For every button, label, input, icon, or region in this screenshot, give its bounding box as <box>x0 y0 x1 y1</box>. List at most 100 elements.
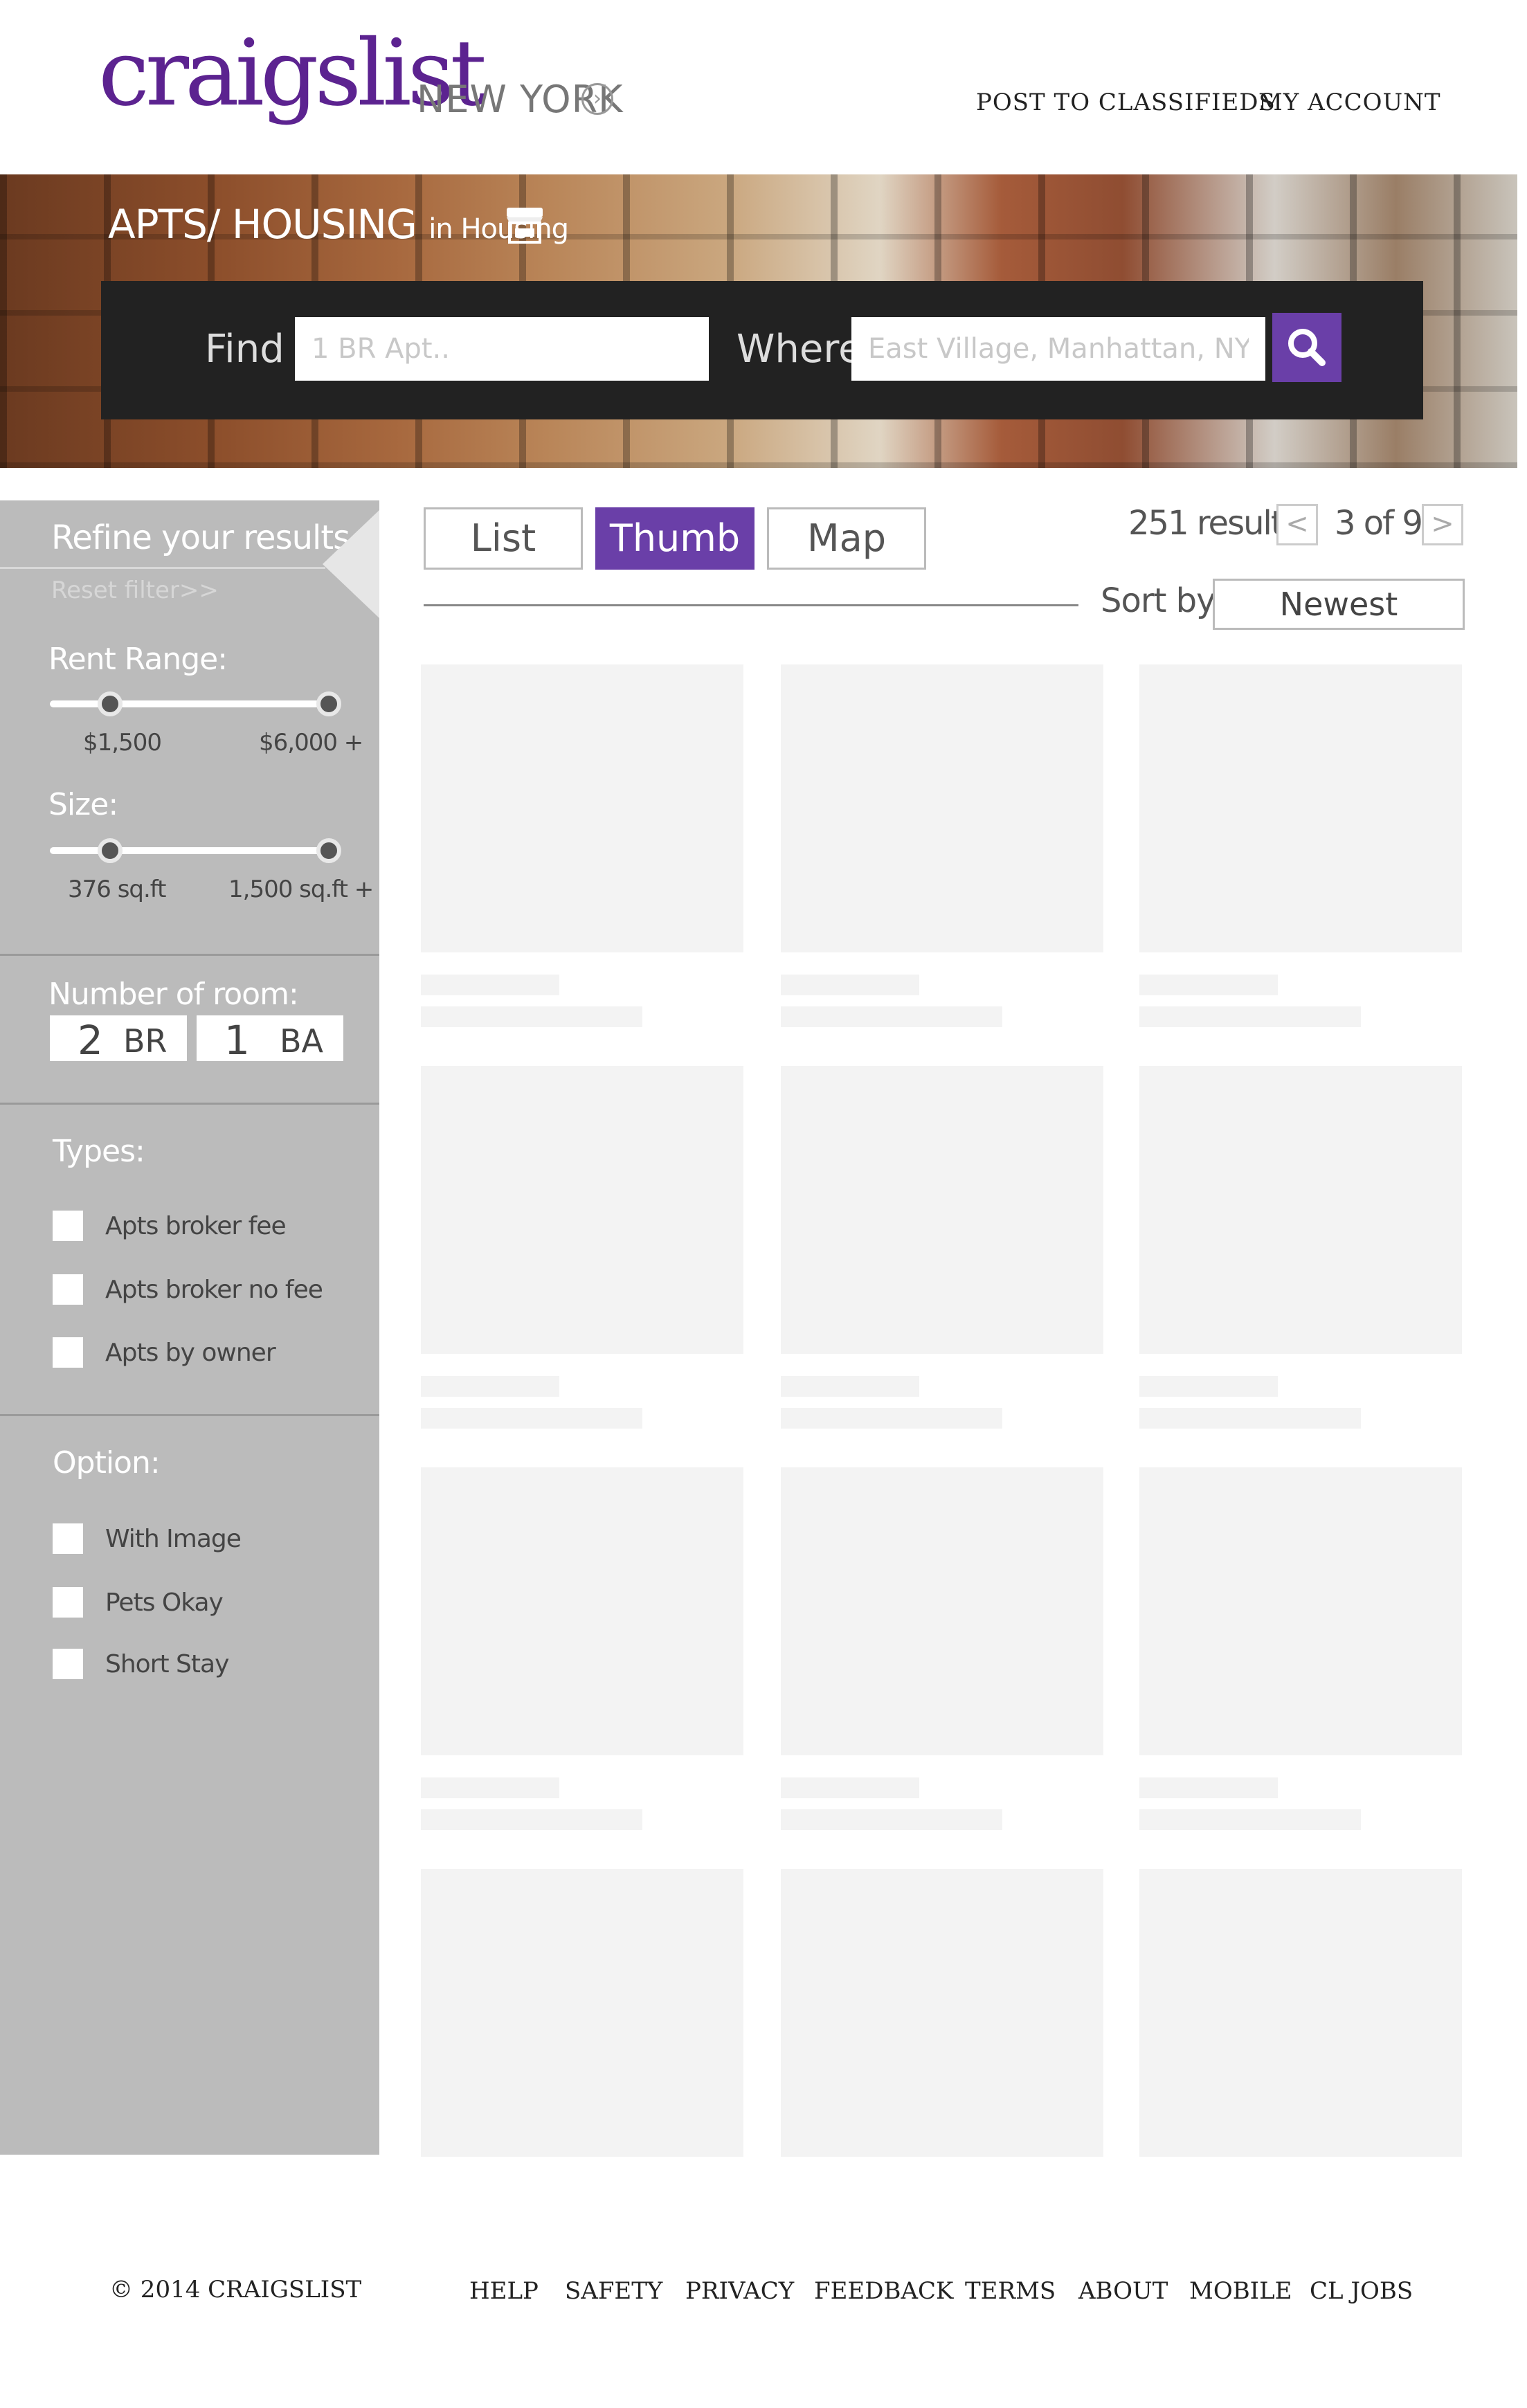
size-label: Size: <box>48 787 118 822</box>
checkbox[interactable] <box>53 1211 83 1241</box>
size-max-value: 1,500 sq.ft + <box>228 876 374 903</box>
listing-image-placeholder <box>421 1869 743 2157</box>
bedroom-count: 2 <box>78 1017 103 1064</box>
collapse-arrow-icon[interactable] <box>323 500 379 618</box>
listing-detail-placeholder <box>1139 1408 1361 1429</box>
results-count: 251 results <box>1128 504 1300 543</box>
my-account-link[interactable]: MY ACCOUNT <box>1258 89 1441 116</box>
options-label: Option: <box>53 1445 161 1481</box>
footer-link-feedback[interactable]: FEEDBACK <box>814 2277 953 2305</box>
listing-image-placeholder <box>1139 1869 1462 2157</box>
checkbox[interactable] <box>53 1274 83 1305</box>
listing-image-placeholder <box>1139 664 1462 952</box>
checkbox[interactable] <box>53 1337 83 1368</box>
search-icon <box>1288 329 1326 366</box>
search-button[interactable] <box>1272 313 1341 382</box>
rent-min-handle[interactable] <box>98 691 123 716</box>
footer-link-safety[interactable]: SAFETY <box>565 2277 662 2305</box>
listing-title-placeholder <box>781 1777 919 1798</box>
listing-image-placeholder <box>1139 1066 1462 1354</box>
checkbox[interactable] <box>53 1523 83 1554</box>
listing-title-placeholder <box>421 1777 559 1798</box>
type-option-label: Apts by owner <box>105 1339 276 1367</box>
bathroom-count: 1 <box>224 1017 250 1064</box>
types-label: Types: <box>53 1134 145 1169</box>
prev-page-button[interactable]: < <box>1276 504 1318 545</box>
size-max-handle[interactable] <box>316 838 341 863</box>
listing-title-placeholder <box>781 1376 919 1397</box>
rent-min-value: $1,500 <box>83 729 162 757</box>
storefront-icon[interactable] <box>503 202 547 246</box>
rent-range-label: Rent Range: <box>48 642 228 677</box>
listing-title-placeholder <box>1139 1777 1278 1798</box>
search-bar: Find Where <box>101 281 1423 419</box>
type-option-label: Apts broker fee <box>105 1212 287 1240</box>
post-to-classifieds-link[interactable]: POST TO CLASSIFIEDS <box>976 89 1276 116</box>
bathroom-selector[interactable]: 1 BA <box>197 1015 343 1064</box>
category-title: APTS/ HOUSING in Housing <box>108 201 569 248</box>
view-thumb-button[interactable]: Thumb <box>595 507 755 570</box>
reset-filter-link[interactable]: Reset filter>> <box>51 577 219 604</box>
listing-image-placeholder <box>781 1869 1103 2157</box>
listing-image-placeholder <box>421 1467 743 1755</box>
listing-detail-placeholder <box>781 1408 1002 1429</box>
option-item-label: Pets Okay <box>105 1588 224 1617</box>
hero-banner: APTS/ HOUSING in Housing Find Where <box>0 174 1517 468</box>
checkbox[interactable] <box>53 1587 83 1618</box>
footer-link-about[interactable]: ABOUT <box>1078 2277 1168 2305</box>
listing-image-placeholder <box>781 1066 1103 1354</box>
listing-title-placeholder <box>1139 975 1278 995</box>
checkbox[interactable] <box>53 1649 83 1679</box>
rent-slider-track[interactable] <box>50 700 334 707</box>
next-page-button[interactable]: > <box>1422 504 1463 545</box>
page-indicator: 3 of 9 <box>1335 504 1423 543</box>
where-input[interactable] <box>851 317 1265 381</box>
footer-link-mobile[interactable]: MOBILE <box>1189 2277 1292 2305</box>
size-slider-track[interactable] <box>50 847 334 854</box>
filter-sidebar: Refine your results Reset filter>> Rent … <box>0 500 379 2155</box>
bathroom-unit: BA <box>280 1022 324 1060</box>
footer-link-terms[interactable]: TERMS <box>965 2277 1056 2305</box>
listing-image-placeholder <box>421 664 743 952</box>
listing-image-placeholder <box>781 1467 1103 1755</box>
type-option-label: Apts broker no fee <box>105 1276 323 1304</box>
refine-title: Refine your results <box>51 518 350 557</box>
rooms-label: Number of room: <box>48 977 299 1012</box>
bedroom-unit: BR <box>123 1022 168 1060</box>
rent-max-value: $6,000 + <box>259 729 363 757</box>
listing-detail-placeholder <box>421 1809 642 1830</box>
divider <box>0 567 325 569</box>
where-label: Where <box>737 327 862 372</box>
listing-title-placeholder <box>421 1376 559 1397</box>
site-header: craigslist NEW YORK › POST TO CLASSIFIED… <box>0 0 1527 174</box>
find-input[interactable] <box>295 317 709 381</box>
view-list-button[interactable]: List <box>424 507 583 570</box>
listing-title-placeholder <box>781 975 919 995</box>
listing-image-placeholder <box>781 664 1103 952</box>
listing-detail-placeholder <box>1139 1809 1361 1830</box>
listing-detail-placeholder <box>781 1006 1002 1027</box>
listing-image-placeholder <box>1139 1467 1462 1755</box>
divider <box>424 604 1078 606</box>
listing-detail-placeholder <box>421 1408 642 1429</box>
size-min-value: 376 sq.ft <box>68 876 167 903</box>
view-map-button[interactable]: Map <box>767 507 926 570</box>
footer-link-cl-jobs[interactable]: CL JOBS <box>1310 2277 1413 2305</box>
size-min-handle[interactable] <box>98 838 123 863</box>
category-name: APTS/ HOUSING <box>108 201 417 248</box>
copyright: © 2014 CRAIGSLIST <box>109 2276 362 2303</box>
footer-link-privacy[interactable]: PRIVACY <box>685 2277 794 2305</box>
sort-select[interactable]: Newest <box>1213 579 1465 630</box>
bedroom-selector[interactable]: 2 BR <box>50 1015 187 1064</box>
listing-title-placeholder <box>1139 1376 1278 1397</box>
option-item-label: With Image <box>105 1525 242 1553</box>
footer-link-help[interactable]: HELP <box>469 2277 539 2305</box>
sort-label: Sort by: <box>1101 581 1224 620</box>
listing-title-placeholder <box>421 975 559 995</box>
rent-max-handle[interactable] <box>316 691 341 716</box>
option-item-label: Short Stay <box>105 1650 229 1678</box>
find-label: Find <box>205 327 284 372</box>
divider <box>0 1414 379 1416</box>
chevron-right-icon[interactable]: › <box>581 83 613 115</box>
divider <box>0 1103 379 1105</box>
